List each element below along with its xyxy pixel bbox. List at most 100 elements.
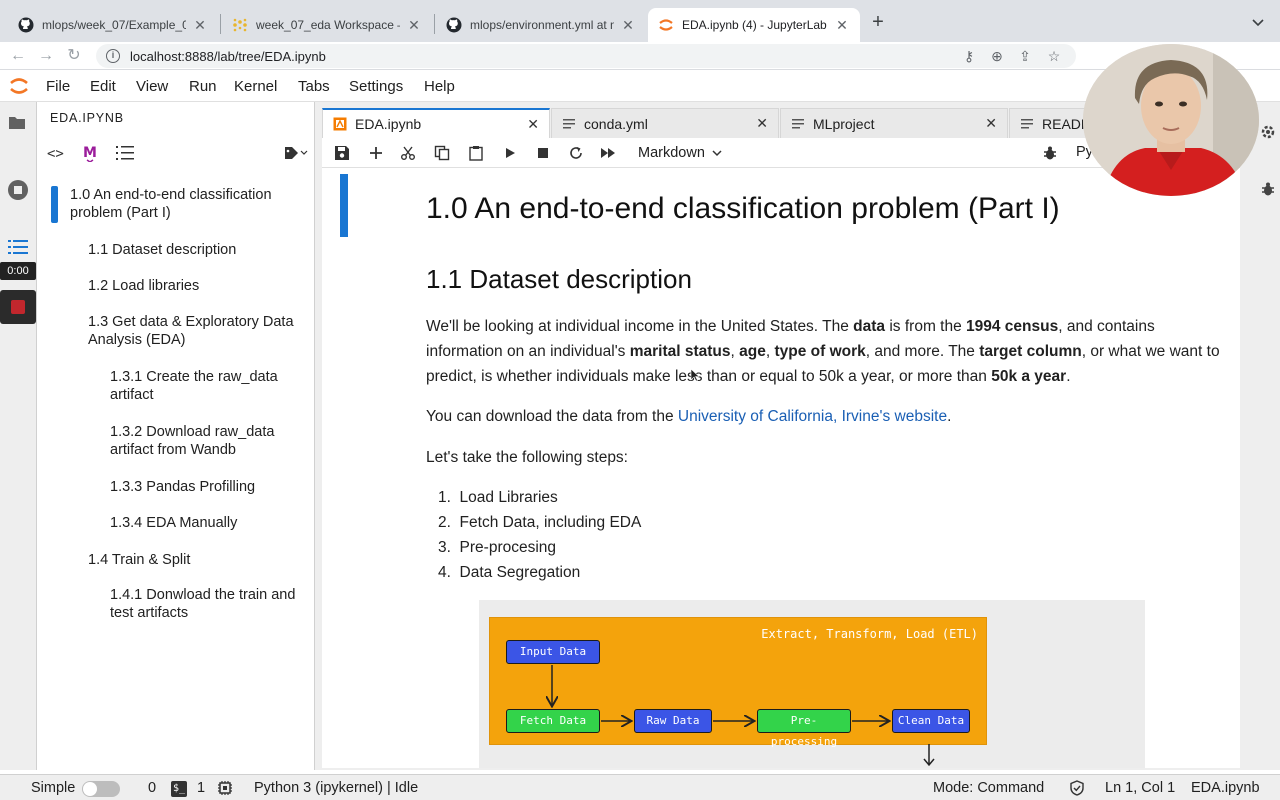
paragraph-text: . bbox=[1066, 368, 1071, 385]
copy-icon[interactable] bbox=[434, 145, 450, 161]
toc-active-indicator bbox=[51, 186, 58, 223]
cut-icon[interactable] bbox=[400, 145, 416, 161]
terminal-count: 0 bbox=[148, 780, 157, 796]
markdown-toggle-icon[interactable]: M bbox=[83, 144, 97, 162]
toc-item[interactable]: 1.3.4 EDA Manually bbox=[110, 514, 305, 532]
menu-edit[interactable]: Edit bbox=[90, 78, 116, 95]
restart-icon[interactable] bbox=[568, 145, 584, 161]
table-of-contents-icon[interactable] bbox=[8, 238, 28, 256]
browser-tab-title: EDA.ipynb (4) - JupyterLab bbox=[682, 18, 827, 32]
github-icon bbox=[18, 17, 34, 33]
reload-icon[interactable]: ↻ bbox=[64, 46, 84, 66]
toc-item[interactable]: 1.2 Load libraries bbox=[88, 277, 303, 295]
close-icon[interactable]: ✕ bbox=[527, 116, 539, 133]
cell-type-value: Markdown bbox=[638, 145, 705, 161]
steps-list: 1. Load Libraries 2. Fetch Data, includi… bbox=[438, 485, 641, 585]
toc-item[interactable]: 1.4.1 Donwload the train and test artifa… bbox=[110, 586, 310, 622]
record-stop-button[interactable] bbox=[0, 290, 36, 324]
tab-mlproject[interactable]: MLproject ✕ bbox=[780, 108, 1008, 138]
key-icon[interactable]: ⚷ bbox=[960, 47, 978, 65]
terminal-icon[interactable]: $_ bbox=[171, 781, 187, 797]
kernel-gear-icon[interactable] bbox=[217, 780, 233, 796]
simple-mode-toggle[interactable] bbox=[82, 781, 120, 797]
shield-check-icon[interactable] bbox=[1069, 780, 1085, 796]
download-suffix: . bbox=[947, 408, 952, 425]
browser-tab-active[interactable]: EDA.ipynb (4) - JupyterLab ✕ bbox=[648, 8, 860, 42]
add-cell-icon[interactable] bbox=[368, 145, 384, 161]
debugger-icon[interactable] bbox=[1042, 145, 1058, 161]
new-tab-button[interactable]: + bbox=[868, 12, 888, 32]
toc-title: EDA.IPYNB bbox=[50, 111, 124, 125]
close-icon[interactable]: ✕ bbox=[192, 17, 208, 33]
debugger-icon[interactable] bbox=[1260, 181, 1276, 197]
close-icon[interactable]: ✕ bbox=[834, 17, 850, 33]
toc-panel: EDA.IPYNB <> M 1.0 An end-to-end classif… bbox=[37, 102, 315, 770]
svg-text:M: M bbox=[83, 145, 97, 161]
steps-intro: Let's take the following steps: bbox=[426, 449, 628, 466]
paragraph-text: We'll be looking at individual income in… bbox=[426, 318, 854, 335]
bold-term: 1994 census bbox=[966, 318, 1059, 335]
tag-filter-icon[interactable] bbox=[284, 146, 308, 160]
tab-conda-yml[interactable]: conda.yml ✕ bbox=[551, 108, 779, 138]
left-sidebar-tabs: 0:00 bbox=[0, 102, 37, 770]
toc-item[interactable]: 1.3.1 Create the raw_data artifact bbox=[110, 368, 300, 404]
menu-settings[interactable]: Settings bbox=[349, 78, 403, 95]
back-arrow-icon[interactable]: ← bbox=[8, 46, 28, 66]
menu-file[interactable]: File bbox=[46, 78, 70, 95]
menu-tabs[interactable]: Tabs bbox=[298, 78, 330, 95]
forward-arrow-icon[interactable]: → bbox=[36, 46, 56, 66]
uci-link[interactable]: University of California, Irvine's websi… bbox=[678, 408, 947, 425]
run-icon[interactable] bbox=[502, 145, 518, 161]
menu-view[interactable]: View bbox=[136, 78, 168, 95]
dataset-description-paragraph: We'll be looking at individual income in… bbox=[426, 314, 1226, 389]
menu-run[interactable]: Run bbox=[189, 78, 217, 95]
bold-term: target column bbox=[979, 343, 1082, 360]
notebook-heading-2: 1.1 Dataset description bbox=[426, 264, 692, 294]
close-icon[interactable]: ✕ bbox=[620, 17, 636, 33]
menu-help[interactable]: Help bbox=[424, 78, 455, 95]
share-icon[interactable]: ⇪ bbox=[1016, 47, 1034, 65]
toc-item[interactable]: 1.3.2 Download raw_data artifact from Wa… bbox=[110, 423, 300, 459]
star-icon[interactable]: ☆ bbox=[1045, 47, 1063, 65]
numbering-toggle-icon[interactable] bbox=[116, 145, 134, 161]
paste-icon[interactable] bbox=[468, 145, 484, 161]
url-field[interactable]: i localhost:8888/lab/tree/EDA.ipynb bbox=[96, 44, 1076, 68]
toc-item[interactable]: 1.0 An end-to-end classification problem… bbox=[70, 186, 300, 222]
menu-kernel[interactable]: Kernel bbox=[234, 78, 277, 95]
chevron-down-icon bbox=[711, 147, 723, 159]
browser-tab-title: week_07_eda Workspace – We bbox=[256, 18, 400, 32]
mode-indicator: Mode: Command bbox=[933, 780, 1045, 796]
toc-item[interactable]: 1.4 Train & Split bbox=[88, 551, 303, 569]
cell-type-select[interactable]: Markdown bbox=[638, 143, 723, 163]
browser-tab-strip: mlops/week_07/Example_01 at ✕ week_07_ed… bbox=[0, 0, 1280, 42]
folder-icon[interactable] bbox=[8, 114, 26, 130]
code-toggle-icon[interactable]: <> bbox=[47, 146, 65, 162]
close-icon[interactable]: ✕ bbox=[406, 17, 422, 33]
toc-item[interactable]: 1.1 Dataset description bbox=[88, 241, 303, 259]
browser-tab[interactable]: week_07_eda Workspace – We ✕ bbox=[222, 8, 432, 42]
fast-forward-icon[interactable] bbox=[600, 145, 616, 161]
tab-title: EDA.ipynb bbox=[355, 116, 422, 132]
stop-icon[interactable] bbox=[535, 145, 551, 161]
etl-diagram: Extract, Transform, Load (ETL) Input Dat… bbox=[489, 617, 987, 748]
chevron-down-icon[interactable] bbox=[1250, 14, 1266, 30]
property-inspector-icon[interactable] bbox=[1260, 124, 1276, 140]
toc-item[interactable]: 1.3.3 Pandas Profilling bbox=[110, 478, 305, 496]
address-bar: ← → ↻ i localhost:8888/lab/tree/EDA.ipyn… bbox=[0, 42, 1280, 70]
running-kernels-icon[interactable] bbox=[7, 179, 29, 201]
tab-title: conda.yml bbox=[584, 115, 648, 132]
bold-term: age bbox=[739, 343, 766, 360]
cursor-position[interactable]: Ln 1, Col 1 bbox=[1105, 780, 1175, 796]
browser-tab[interactable]: mlops/week_07/Example_01 at ✕ bbox=[8, 8, 218, 42]
close-icon[interactable]: ✕ bbox=[756, 115, 768, 132]
close-icon[interactable]: ✕ bbox=[985, 115, 997, 132]
download-text: You can download the data from the bbox=[426, 408, 678, 425]
paragraph-text: , bbox=[730, 343, 740, 360]
right-sidebar-tabs bbox=[1242, 102, 1280, 770]
tab-eda-ipynb[interactable]: EDA.ipynb ✕ bbox=[322, 108, 550, 138]
browser-tab[interactable]: mlops/environment.yml at mai ✕ bbox=[436, 8, 646, 42]
toc-item[interactable]: 1.3 Get data & Exploratory Data Analysis… bbox=[88, 313, 308, 349]
kernel-status[interactable]: Python 3 (ipykernel) | Idle bbox=[254, 780, 418, 796]
zoom-icon[interactable]: ⊕ bbox=[988, 47, 1006, 65]
save-icon[interactable] bbox=[334, 145, 350, 161]
